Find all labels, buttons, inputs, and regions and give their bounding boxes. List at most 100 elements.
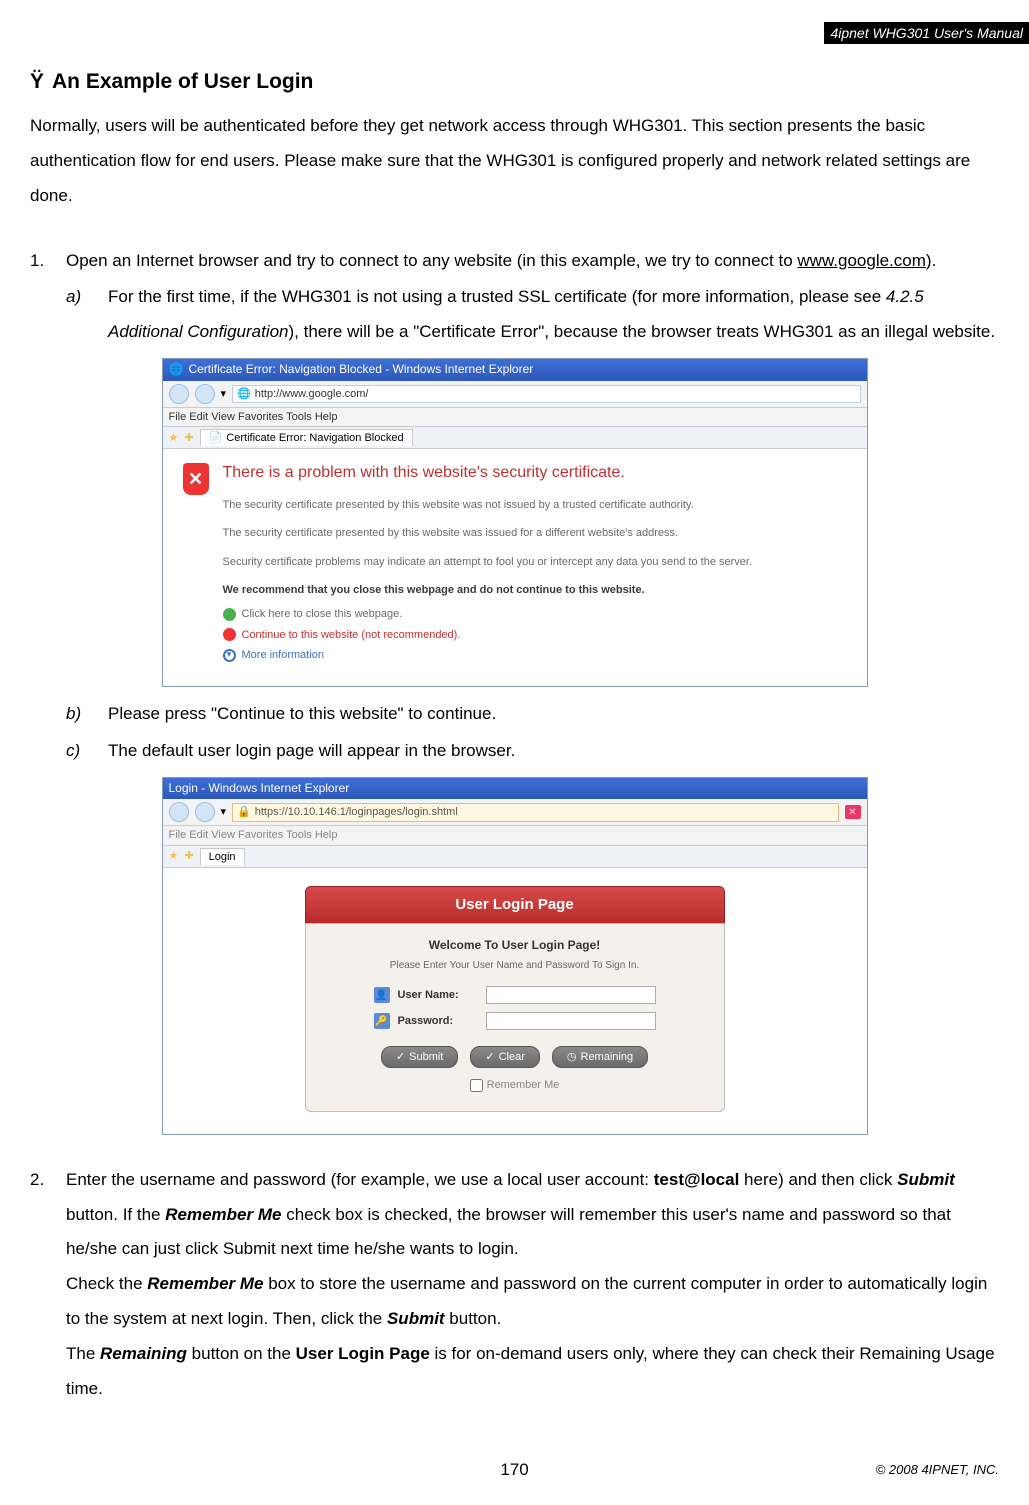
- browser-tab[interactable]: 📄 Certificate Error: Navigation Blocked: [200, 429, 413, 446]
- s2-t7: button.: [445, 1309, 502, 1328]
- shield-icon: ✕: [183, 463, 209, 495]
- address-bar[interactable]: 🌐 http://www.google.com/: [232, 385, 860, 403]
- step-1a-t1: For the first time, if the WHG301 is not…: [108, 287, 886, 306]
- section-title-text: An Example of User Login: [52, 70, 313, 93]
- back-button-2[interactable]: [169, 802, 189, 822]
- copyright-text: © 2008 4IPNET, INC.: [876, 1462, 999, 1477]
- welcome-text: Welcome To User Login Page!: [324, 938, 706, 954]
- ie2-menubar[interactable]: File Edit View Favorites Tools Help: [163, 826, 867, 845]
- ie-menubar[interactable]: File Edit View Favorites Tools Help: [163, 408, 867, 427]
- close-webpage-link[interactable]: Click here to close this webpage.: [223, 607, 847, 621]
- step-1-link: www.google.com: [797, 251, 926, 270]
- address-url-2: https://10.10.146.1/loginpages/login.sht…: [255, 805, 458, 819]
- warning-icon: [223, 628, 236, 641]
- step-1a-mark: a): [66, 280, 108, 350]
- s2-remaining: Remaining: [100, 1344, 187, 1363]
- step-1b-body: Please press "Continue to this website" …: [108, 697, 999, 732]
- header-product-label: 4ipnet WHG301 User's Manual: [824, 22, 1029, 44]
- password-label: Password:: [398, 1014, 478, 1028]
- tab-label: Certificate Error: Navigation Blocked: [226, 431, 403, 445]
- add-favorites-icon-2[interactable]: ✚: [184, 849, 193, 863]
- step-1-text-a: Open an Internet browser and try to conn…: [66, 251, 797, 270]
- section-title: Ÿ An Example of User Login: [30, 60, 999, 103]
- step-1c-body: The default user login page will appear …: [108, 734, 999, 769]
- cert-error-body: ✕ There is a problem with this website's…: [163, 449, 867, 686]
- clock-icon: ◷: [567, 1050, 577, 1064]
- ie-address-row: ▾ 🌐 http://www.google.com/: [163, 381, 867, 408]
- ie2-address-row: ▾ 🔒 https://10.10.146.1/loginpages/login…: [163, 799, 867, 826]
- step-2: 2. Enter the username and password (for …: [30, 1163, 999, 1407]
- remember-me-checkbox[interactable]: [470, 1079, 483, 1092]
- back-button[interactable]: [169, 384, 189, 404]
- address-url: http://www.google.com/: [255, 387, 369, 401]
- step-1c-mark: c): [66, 734, 108, 769]
- password-input[interactable]: [486, 1012, 656, 1030]
- browser-tab-2[interactable]: Login: [200, 848, 245, 865]
- screenshot-cert-error: 🌐 Certificate Error: Navigation Blocked …: [162, 358, 868, 687]
- forward-button[interactable]: [195, 384, 215, 404]
- tab-label-2: Login: [209, 851, 236, 863]
- username-input[interactable]: [486, 986, 656, 1004]
- cert-error-button[interactable]: ✕: [845, 805, 861, 819]
- ie-icon: 🌐: [169, 362, 184, 378]
- ie-tabbar: ★ ✚ 📄 Certificate Error: Navigation Bloc…: [163, 427, 867, 449]
- clear-button[interactable]: ✓ Clear: [470, 1046, 540, 1068]
- s2-t3: button. If the: [66, 1205, 165, 1224]
- s2-t5: Check the: [66, 1274, 147, 1293]
- tab-page-icon: 📄: [209, 431, 223, 445]
- bullet-icon: Ÿ: [30, 70, 44, 93]
- user-icon: 👤: [374, 987, 390, 1003]
- cert-error-heading: There is a problem with this website's s…: [223, 463, 847, 484]
- username-field: 👤 User Name:: [324, 986, 706, 1004]
- screenshot-login-page: Login - Windows Internet Explorer ▾ 🔒 ht…: [162, 777, 868, 1135]
- remaining-button[interactable]: ◷Remaining: [552, 1046, 648, 1068]
- forward-button-2[interactable]: [195, 802, 215, 822]
- dropdown-icon-2[interactable]: ▾: [221, 805, 227, 819]
- favorites-icon[interactable]: ★: [169, 431, 179, 445]
- step-1b: b) Please press "Continue to this websit…: [66, 697, 999, 732]
- step-1: 1. Open an Internet browser and try to c…: [30, 244, 999, 279]
- step-2-body: Enter the username and password (for exa…: [66, 1163, 999, 1407]
- page-icon: 🌐: [237, 387, 251, 401]
- login-panel-body: Welcome To User Login Page! Please Enter…: [305, 923, 725, 1112]
- s2-rm2: Remember Me: [147, 1274, 263, 1293]
- more-info-link[interactable]: ▾ More information: [223, 648, 847, 662]
- address-bar-2[interactable]: 🔒 https://10.10.146.1/loginpages/login.s…: [232, 803, 838, 821]
- remember-me-row: Remember Me: [324, 1078, 706, 1092]
- remember-me-label: Remember Me: [487, 1079, 560, 1091]
- step-1-text-b: ).: [926, 251, 936, 270]
- page-footer: 170 © 2008 4IPNET, INC.: [0, 1462, 1029, 1477]
- s2-t2: here) and then click: [739, 1170, 897, 1189]
- step-1a-t2: ), there will be a "Certificate Error", …: [289, 322, 996, 341]
- s2-acct: test@local: [654, 1170, 740, 1189]
- cert-error-recommend: We recommend that you close this webpage…: [223, 583, 847, 597]
- s2-ulp: User Login Page: [296, 1344, 430, 1363]
- check-icon: [223, 608, 236, 621]
- submit-button[interactable]: ✓Submit: [381, 1046, 458, 1068]
- login-panel-title: User Login Page: [305, 886, 725, 923]
- s2-t9: button on the: [187, 1344, 296, 1363]
- ie2-titlebar: Login - Windows Internet Explorer: [163, 778, 867, 800]
- clear-label: Clear: [499, 1050, 525, 1064]
- intro-paragraph: Normally, users will be authenticated be…: [30, 109, 999, 214]
- ie-titlebar: 🌐 Certificate Error: Navigation Blocked …: [163, 359, 867, 381]
- ie-title-text: Certificate Error: Navigation Blocked - …: [188, 362, 533, 378]
- chevron-down-icon: ▾: [223, 649, 236, 662]
- more-info-text: More information: [242, 648, 325, 662]
- s2-t1: Enter the username and password (for exa…: [66, 1170, 654, 1189]
- close-link-text: Click here to close this webpage.: [242, 607, 403, 621]
- step-1c: c) The default user login page will appe…: [66, 734, 999, 769]
- page-number: 170: [500, 1460, 528, 1480]
- s2-submit1: Submit: [897, 1170, 955, 1189]
- favorites-icon-2[interactable]: ★: [169, 849, 179, 863]
- s2-t8: The: [66, 1344, 100, 1363]
- continue-website-link[interactable]: Continue to this website (not recommende…: [223, 628, 847, 642]
- cert-error-p2: The security certificate presented by th…: [223, 526, 847, 540]
- check-icon-3: ✓: [485, 1050, 494, 1064]
- key-icon: 🔑: [374, 1013, 390, 1029]
- dropdown-icon[interactable]: ▾: [221, 387, 227, 401]
- cert-error-p1: The security certificate presented by th…: [223, 498, 847, 512]
- add-favorites-icon[interactable]: ✚: [184, 431, 193, 445]
- lock-icon: 🔒: [237, 805, 251, 819]
- password-field: 🔑 Password:: [324, 1012, 706, 1030]
